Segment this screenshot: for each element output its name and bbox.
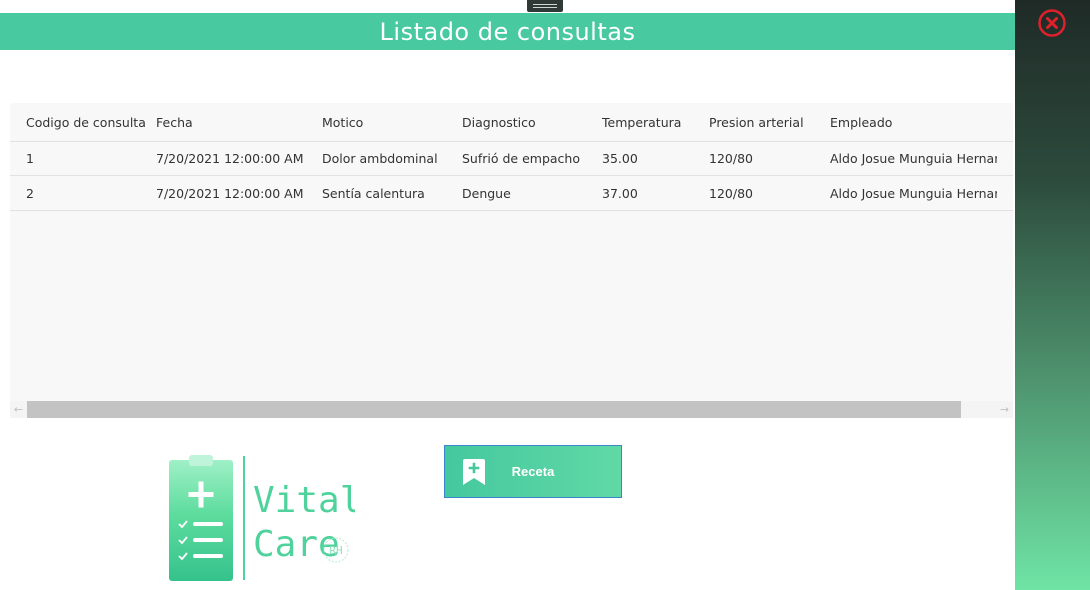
column-header-diagnostico[interactable]: Diagnostico <box>462 115 602 130</box>
table-row[interactable]: 2 7/20/2021 12:00:00 AM Sentía calentura… <box>10 176 1013 211</box>
cell-presion: 120/80 <box>709 185 753 201</box>
consultas-table[interactable]: Codigo de consulta Fecha Motico Diagnost… <box>10 103 1013 418</box>
scroll-left-arrow-icon[interactable]: ← <box>10 401 27 418</box>
cell-fecha: 7/20/2021 12:00:00 AM <box>156 185 304 201</box>
cell-empleado: Aldo Josue Munguia Hernandez <box>830 150 997 166</box>
scrollbar-thumb[interactable] <box>27 401 961 418</box>
horizontal-scrollbar[interactable]: ← → <box>10 401 1013 418</box>
column-header-fecha[interactable]: Fecha <box>156 115 322 130</box>
cell-diagnostico: Dengue <box>462 185 511 201</box>
column-header-empleado[interactable]: Empleado <box>830 115 997 130</box>
table-row[interactable]: 1 7/20/2021 12:00:00 AM Dolor ambdominal… <box>10 141 1013 176</box>
column-header-presion[interactable]: Presion arterial <box>709 115 830 130</box>
cell-diagnostico: Sufrió de empacho <box>462 150 580 166</box>
logo-line2: Care <box>253 524 340 565</box>
receta-label: Receta <box>511 464 555 479</box>
cell-motico: Sentía calentura <box>322 185 425 201</box>
window-drag-handle[interactable] <box>527 0 563 12</box>
table-header: Codigo de consulta Fecha Motico Diagnost… <box>10 103 1013 142</box>
column-header-motico[interactable]: Motico <box>322 115 462 130</box>
cell-motico: Dolor ambdominal <box>322 150 438 166</box>
column-header-codigo[interactable]: Codigo de consulta <box>10 115 156 130</box>
column-header-temperatura[interactable]: Temperatura <box>602 115 709 130</box>
clipboard-icon <box>169 455 233 581</box>
close-icon <box>1038 9 1066 37</box>
cell-temperatura: 35.00 <box>602 150 638 166</box>
cell-fecha: 7/20/2021 12:00:00 AM <box>156 150 304 166</box>
scroll-right-arrow-icon[interactable]: → <box>996 401 1013 418</box>
cell-temperatura: 37.00 <box>602 185 638 201</box>
logo-badge: RH <box>329 544 342 557</box>
page-title: Listado de consultas <box>379 17 636 46</box>
side-panel <box>1015 0 1090 590</box>
cell-codigo: 1 <box>26 150 34 166</box>
cell-presion: 120/80 <box>709 150 753 166</box>
cell-codigo: 2 <box>26 185 34 201</box>
logo-line1: Vital <box>253 480 355 521</box>
close-button[interactable] <box>1037 8 1067 38</box>
receta-button[interactable]: Receta <box>444 445 622 498</box>
title-bar: Listado de consultas <box>0 13 1015 50</box>
cell-empleado: Aldo Josue Munguia Hernandez <box>830 185 997 201</box>
vitalcare-logo: Vital Care RH <box>169 455 355 581</box>
